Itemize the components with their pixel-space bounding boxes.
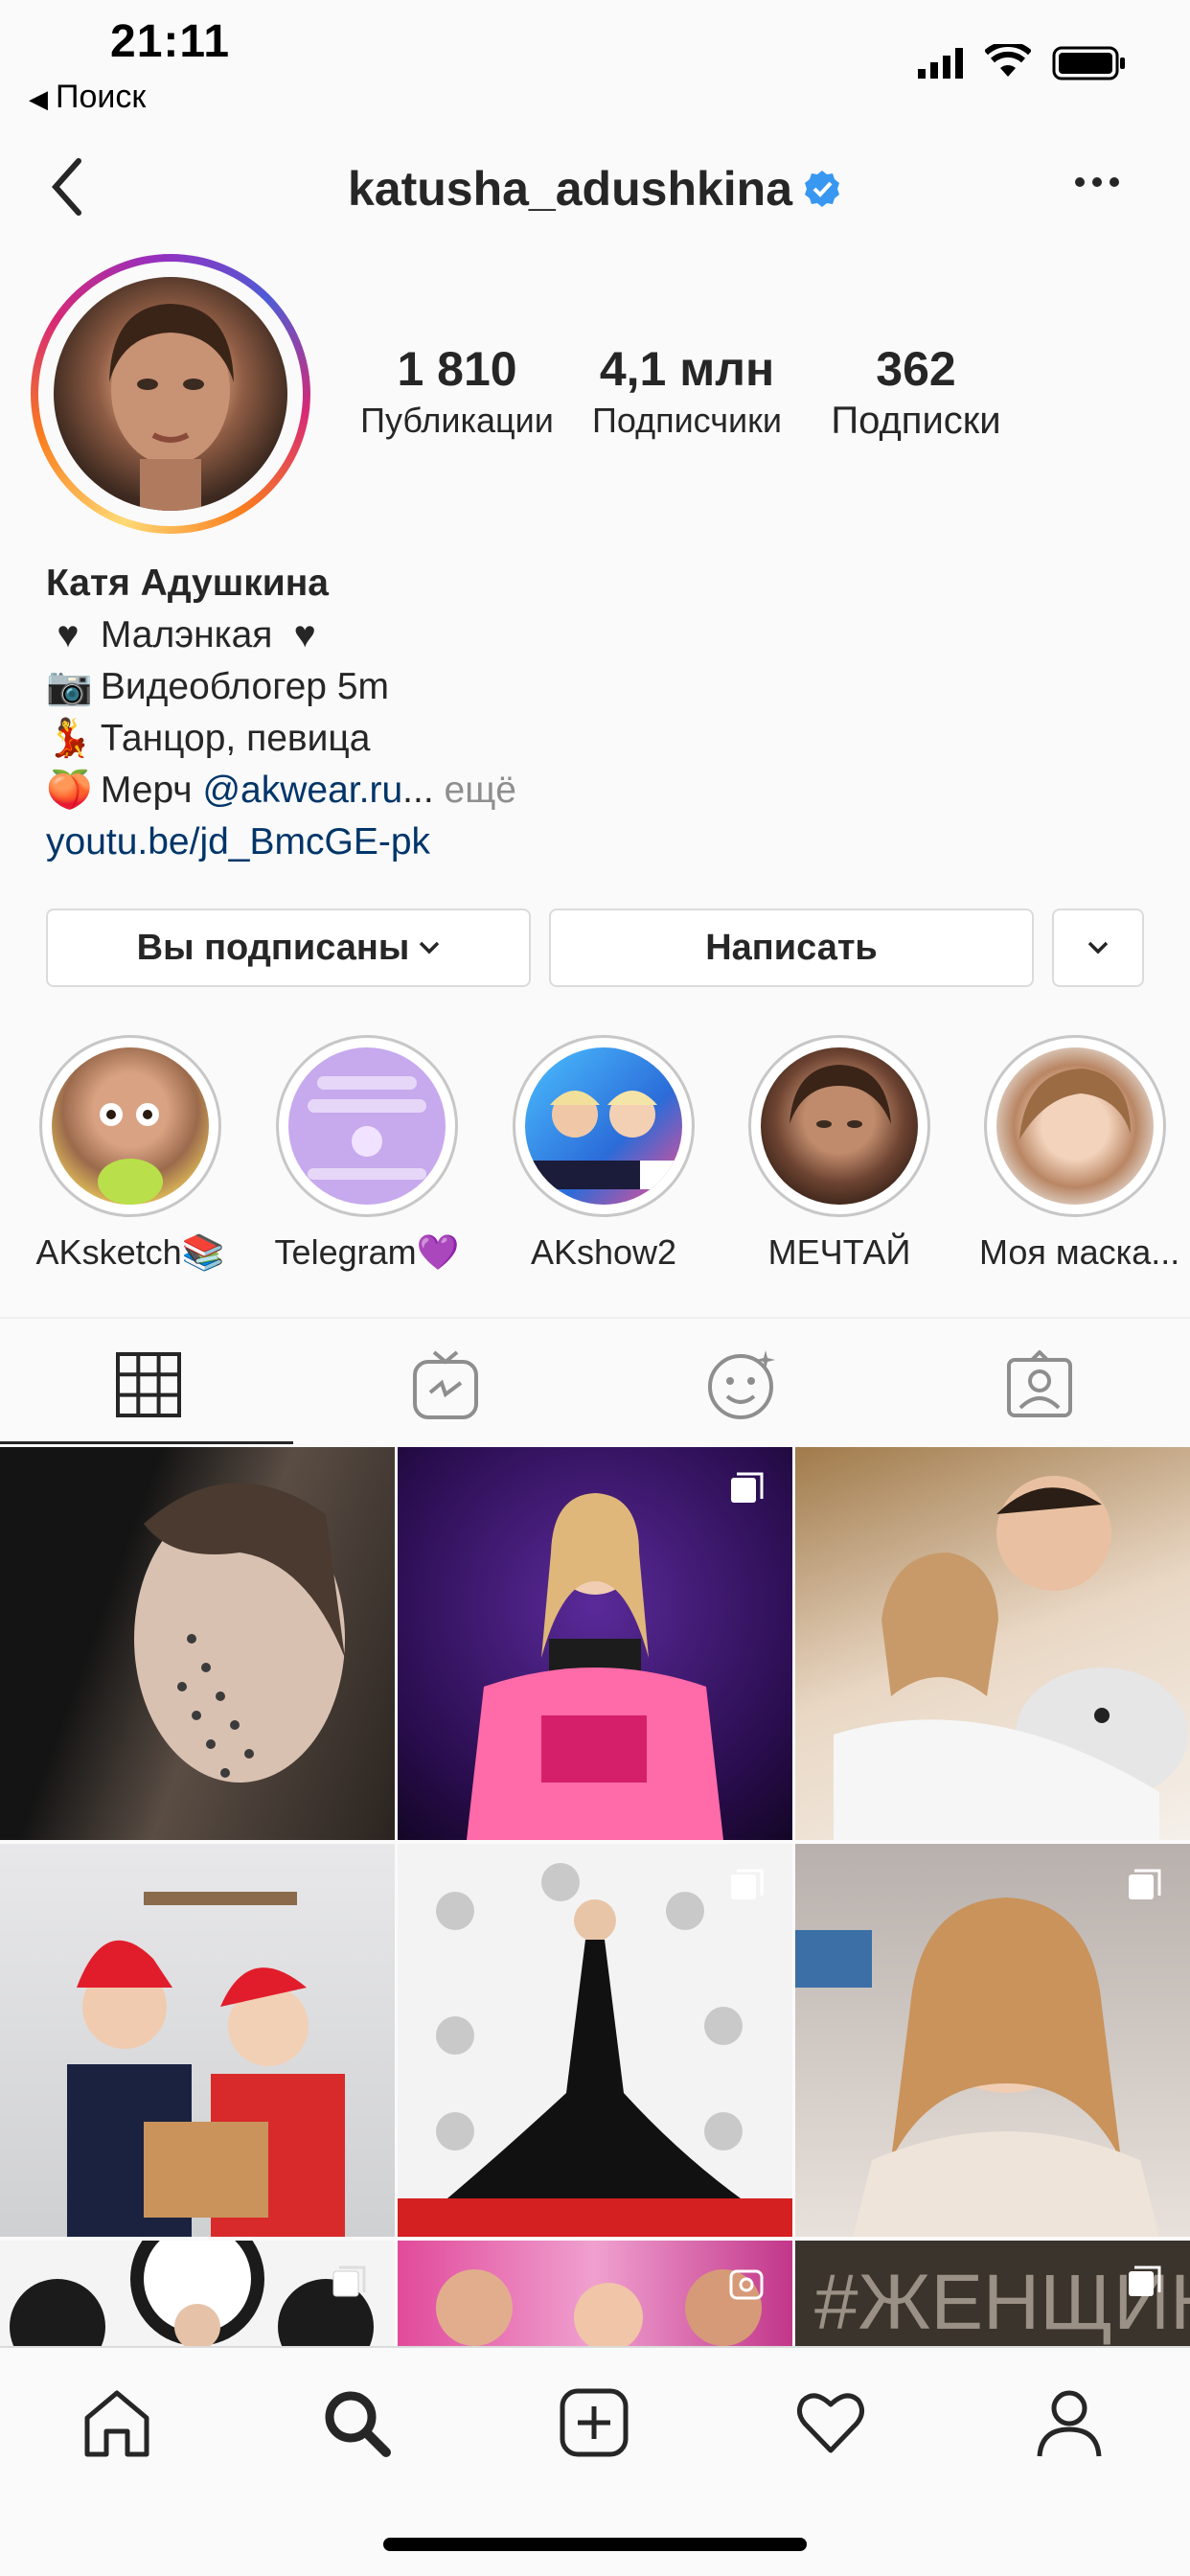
username-text: katusha_adushkina xyxy=(347,162,793,216)
reels-face-icon xyxy=(708,1350,775,1419)
post-thumbnail[interactable] xyxy=(398,1844,792,2237)
highlight-cover xyxy=(288,1047,446,1205)
highlight-cover xyxy=(761,1047,918,1205)
home-indicator xyxy=(383,2538,807,2551)
message-button[interactable]: Написать xyxy=(549,908,1034,987)
bio-line: 💃 Танцор, певица xyxy=(46,713,516,765)
bio-ellipsis: ... xyxy=(402,770,434,811)
highlight-label: Telegram💜 xyxy=(274,1232,460,1272)
highlight-cover xyxy=(52,1047,209,1205)
chevron-down-icon xyxy=(420,941,440,954)
following-count: 362 xyxy=(876,342,956,396)
signal-icon xyxy=(918,48,968,83)
bio-line: 🍑 Мерч @akwear.ru... ещё xyxy=(46,765,516,816)
website-link[interactable]: youtu.be/jd_BmcGE-pk xyxy=(46,816,516,868)
bio-line: 📷 Видеоблогер 5m xyxy=(46,661,516,713)
highlight-label: AKshow2 xyxy=(530,1232,677,1272)
following-label: Вы подписаны xyxy=(136,927,410,968)
chevron-down-icon xyxy=(1087,941,1109,954)
profile-bio: Катя Адушкина ♥ Малэнкая ♥ 📷 Видеоблогер… xyxy=(46,558,516,868)
bio-line: ♥ Малэнкая ♥ xyxy=(46,610,516,661)
home-icon xyxy=(84,2390,149,2457)
post-thumbnail[interactable] xyxy=(0,1844,395,2237)
bio-more-link[interactable]: ещё xyxy=(445,770,516,811)
mention-link[interactable]: @akwear.ru xyxy=(202,770,402,811)
igtv-post-icon xyxy=(729,2266,764,2300)
multiple-posts-icon xyxy=(1127,1869,1161,1903)
nav-profile[interactable] xyxy=(1021,2375,1117,2471)
tab-tagged[interactable] xyxy=(891,1342,1188,1428)
posts-count: 1 810 xyxy=(397,342,517,396)
post-thumbnail[interactable]: #ЖЕНЩИНА xyxy=(795,2241,1190,2346)
avatar-photo xyxy=(54,277,287,511)
profile-full-name: Катя Адушкина xyxy=(46,563,329,604)
multiple-posts-icon xyxy=(1127,2266,1161,2300)
bio-line-text: Малэнкая xyxy=(100,614,273,656)
bio-line-text: Танцор, певица xyxy=(100,718,371,759)
multiple-posts-icon xyxy=(729,1472,764,1506)
nav-activity[interactable] xyxy=(783,2375,879,2471)
post-thumbnail[interactable] xyxy=(398,1447,792,1840)
bio-line-text: Мерч xyxy=(100,770,193,811)
nav-new-post[interactable] xyxy=(546,2375,642,2471)
tab-grid[interactable] xyxy=(0,1342,297,1428)
post-thumbnail[interactable] xyxy=(795,1844,1190,2237)
heart-icon xyxy=(797,2393,864,2453)
dancer-icon: 💃 xyxy=(46,718,93,759)
post-thumbnail[interactable] xyxy=(795,1447,1190,1840)
following-button[interactable]: Вы подписаны xyxy=(46,908,531,987)
more-options-icon[interactable] xyxy=(1073,172,1121,192)
stat-following[interactable]: 362 Подписки xyxy=(806,340,1026,444)
grid-icon xyxy=(116,1352,181,1417)
heart-icon: ♥ xyxy=(293,614,316,656)
profile-avatar[interactable] xyxy=(31,254,310,534)
search-icon xyxy=(325,2391,391,2457)
highlight-telegram[interactable]: Telegram💜 xyxy=(271,1035,463,1273)
highlight-akshow2[interactable]: AKshow2 xyxy=(508,1035,699,1273)
battery-icon xyxy=(1052,46,1129,85)
stat-followers[interactable]: 4,1 млн Подписчики xyxy=(577,340,797,444)
nav-home[interactable] xyxy=(69,2375,165,2471)
heart-icon: ♥ xyxy=(57,614,80,656)
tab-effects[interactable] xyxy=(594,1342,891,1428)
back-triangle-icon: ◀ xyxy=(29,84,48,113)
highlight-label: МЕЧТАЙ xyxy=(767,1232,911,1272)
highlight-label: Моя маска... xyxy=(979,1232,1180,1272)
active-tab-indicator xyxy=(0,1441,293,1444)
peach-icon: 🍑 xyxy=(46,770,93,811)
posts-label: Публикации xyxy=(360,401,554,440)
igtv-icon xyxy=(413,1350,478,1419)
multiple-posts-icon xyxy=(332,2266,366,2300)
status-time: 21:11 xyxy=(110,16,231,67)
highlight-cover xyxy=(996,1047,1154,1205)
post-thumbnail[interactable] xyxy=(398,2241,792,2346)
stat-posts[interactable]: 1 810 Публикации xyxy=(347,340,567,444)
nav-search[interactable] xyxy=(309,2375,404,2471)
highlight-cover xyxy=(525,1047,682,1205)
verified-badge-icon xyxy=(802,165,842,220)
wifi-icon xyxy=(983,41,1033,83)
highlight-label: AKsketch📚 xyxy=(35,1232,225,1272)
followers-label: Подписчики xyxy=(591,401,783,440)
profile-username: katusha_adushkina xyxy=(0,161,1190,220)
suggested-accounts-button[interactable] xyxy=(1052,908,1144,987)
post-thumbnail[interactable] xyxy=(0,2241,395,2346)
post-thumbnail[interactable] xyxy=(0,1447,395,1840)
profile-icon xyxy=(1037,2390,1102,2457)
back-to-app-link[interactable]: ◀ Поиск xyxy=(29,79,146,116)
bio-line-text: Видеоблогер 5m xyxy=(100,666,390,707)
tagged-icon xyxy=(1007,1350,1072,1417)
camera-icon: 📷 xyxy=(46,666,93,707)
highlight-aksketch[interactable]: AKsketch📚 xyxy=(34,1035,226,1273)
divider xyxy=(0,1317,1190,1319)
multiple-posts-icon xyxy=(729,1869,764,1903)
message-label: Написать xyxy=(705,927,878,968)
highlight-mechtai[interactable]: МЕЧТАЙ xyxy=(744,1035,935,1273)
tab-igtv[interactable] xyxy=(297,1342,594,1428)
following-label: Подписки xyxy=(831,400,1001,442)
add-post-icon xyxy=(560,2388,629,2457)
highlight-mask[interactable]: Моя маска... xyxy=(979,1035,1180,1273)
followers-count: 4,1 млн xyxy=(599,342,775,396)
back-app-label: Поиск xyxy=(56,79,147,115)
